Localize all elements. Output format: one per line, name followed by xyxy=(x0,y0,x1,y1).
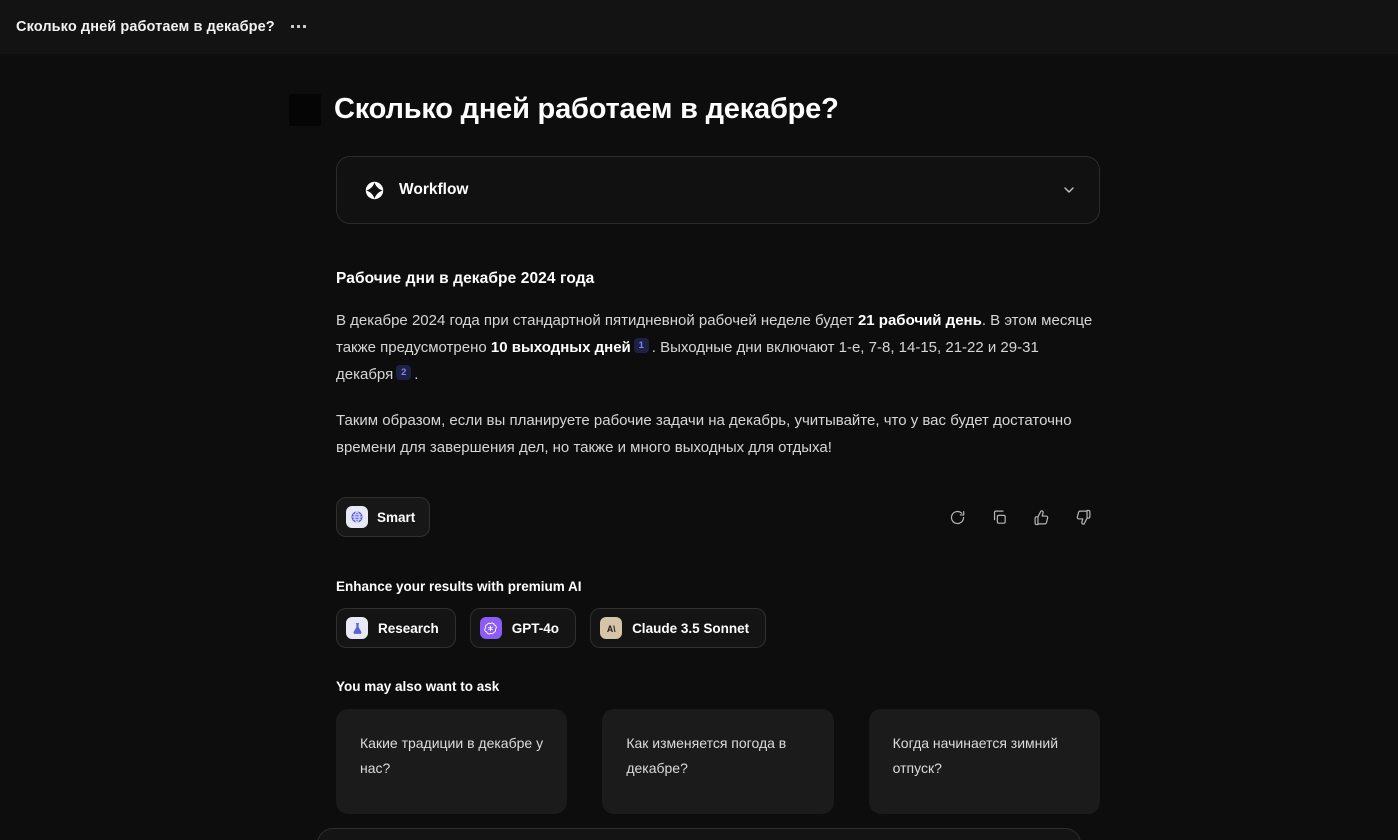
suggestions-grid: Какие традиции в декабре у нас? Как изме… xyxy=(336,709,1100,815)
page-header: Сколько дней работаем в декабре? xyxy=(289,54,1100,126)
openai-icon xyxy=(479,617,502,640)
premium-chip-label: GPT-4o xyxy=(511,620,560,636)
suggestion-card[interactable]: Когда начинается зимний отпуск? xyxy=(868,709,1100,815)
answer-footer: Smart xyxy=(336,497,1100,538)
ellipsis-icon[interactable] xyxy=(289,21,308,32)
thumbs-up-icon xyxy=(1034,510,1048,526)
premium-chip-label: Claude 3.5 Sonnet xyxy=(632,620,750,636)
anthropic-icon: A\ xyxy=(600,617,623,640)
thumbs-down-button[interactable] xyxy=(1070,504,1096,530)
top-bar: Сколько дней работаем в декабре? xyxy=(0,0,1398,54)
workflow-header: Workflow xyxy=(365,181,1061,200)
avatar xyxy=(289,93,321,126)
bold-daysoff: 10 выходных дней xyxy=(490,339,631,357)
copy-button[interactable] xyxy=(986,504,1012,530)
paragraph-text: В декабре 2024 года при стандартной пяти… xyxy=(336,312,858,330)
premium-chip-gpt4o[interactable]: GPT-4o xyxy=(469,608,577,649)
workflow-accordion[interactable]: Workflow xyxy=(336,156,1100,225)
message-actions xyxy=(944,504,1100,530)
smart-globe-icon xyxy=(346,506,368,529)
premium-chip-label: Research xyxy=(378,620,439,636)
workflow-label: Workflow xyxy=(399,181,469,199)
refresh-icon xyxy=(950,510,964,524)
model-badge[interactable]: Smart xyxy=(336,497,431,538)
premium-chip-research[interactable]: Research xyxy=(336,608,456,649)
chevron-down-icon[interactable] xyxy=(1061,182,1077,198)
answer-heading: Рабочие дни в декабре 2024 года xyxy=(336,270,595,288)
thumbs-down-icon xyxy=(1076,509,1090,525)
message-composer[interactable] xyxy=(317,828,1081,840)
citation-badge-1[interactable]: 1 xyxy=(633,338,649,354)
svg-text:A\: A\ xyxy=(606,624,615,634)
premium-chip-claude[interactable]: A\ Claude 3.5 Sonnet xyxy=(590,608,767,649)
conversation-title: Сколько дней работаем в декабре? xyxy=(16,18,275,35)
thumbs-up-button[interactable] xyxy=(1028,504,1054,530)
model-badge-label: Smart xyxy=(377,509,416,525)
suggestion-card[interactable]: Какие традиции в декабре у нас? xyxy=(336,709,568,815)
suggestion-card[interactable]: Как изменяется погода в декабре? xyxy=(602,709,834,815)
premium-chip-row: Research GPT-4o A\ Claude 3.5 Sonnet xyxy=(336,608,1100,649)
conversation-scroll-area: Сколько дней работаем в декабре? Workflo… xyxy=(0,54,1398,840)
bold-workdays: 21 рабочий день xyxy=(857,312,982,330)
suggestions-label: You may also want to ask xyxy=(336,679,500,695)
research-flask-icon xyxy=(346,617,368,640)
answer-paragraph-2: Таким образом, если вы планируете рабочи… xyxy=(336,412,1072,457)
workflow-compass-icon xyxy=(365,181,384,200)
copy-icon xyxy=(993,510,1006,524)
paragraph-text: . xyxy=(414,366,419,384)
premium-section-label: Enhance your results with premium AI xyxy=(336,579,582,595)
regenerate-button[interactable] xyxy=(944,504,970,530)
citation-badge-2[interactable]: 2 xyxy=(396,365,412,381)
page-title: Сколько дней работаем в декабре? xyxy=(334,93,839,125)
answer-paragraph-1: В декабре 2024 года при стандартной пяти… xyxy=(336,307,1100,388)
content-column: Сколько дней работаем в декабре? Workflo… xyxy=(289,54,1100,840)
